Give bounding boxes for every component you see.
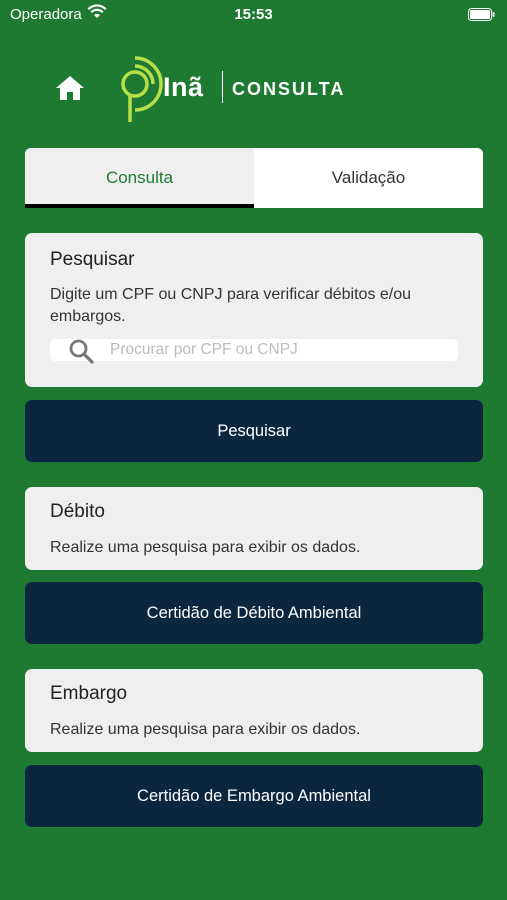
logo-mark-icon bbox=[121, 56, 163, 122]
search-input[interactable] bbox=[110, 339, 450, 361]
search-card: Pesquisar Digite um CPF ou CNPJ para ver… bbox=[25, 233, 483, 387]
embargo-card: Embargo Realize uma pesquisa para exibir… bbox=[25, 669, 483, 752]
battery-icon bbox=[468, 8, 495, 21]
tab-consulta[interactable]: Consulta bbox=[25, 148, 254, 208]
embargo-certificate-button[interactable]: Certidão de Embargo Ambiental bbox=[25, 765, 483, 827]
logo-wordmark: Inã bbox=[163, 72, 204, 102]
debit-card-text: Realize uma pesquisa para exibir os dado… bbox=[50, 539, 361, 556]
app-header: Inã CONSULTA bbox=[0, 48, 507, 128]
search-button[interactable]: Pesquisar bbox=[25, 400, 483, 462]
clock: 15:53 bbox=[234, 6, 273, 23]
debit-certificate-button[interactable]: Certidão de Débito Ambiental bbox=[25, 582, 483, 644]
search-field bbox=[50, 339, 458, 364]
tab-bar: Consulta Validação bbox=[25, 148, 483, 208]
status-bar: Operadora 15:53 bbox=[0, 0, 507, 30]
home-icon[interactable] bbox=[54, 72, 86, 104]
logo-divider bbox=[222, 71, 223, 103]
debit-card: Débito Realize uma pesquisa para exibir … bbox=[25, 487, 483, 570]
logo-subtitle: CONSULTA bbox=[232, 79, 346, 99]
debit-card-title: Débito bbox=[50, 501, 105, 522]
embargo-card-title: Embargo bbox=[50, 683, 128, 704]
search-card-title: Pesquisar bbox=[50, 249, 135, 270]
embargo-card-text: Realize uma pesquisa para exibir os dado… bbox=[50, 721, 361, 738]
search-icon bbox=[69, 339, 94, 364]
tab-validacao[interactable]: Validação bbox=[254, 148, 483, 208]
search-card-description: Digite um CPF ou CNPJ para verificar déb… bbox=[50, 286, 412, 325]
app-logo: Inã CONSULTA bbox=[108, 48, 368, 128]
